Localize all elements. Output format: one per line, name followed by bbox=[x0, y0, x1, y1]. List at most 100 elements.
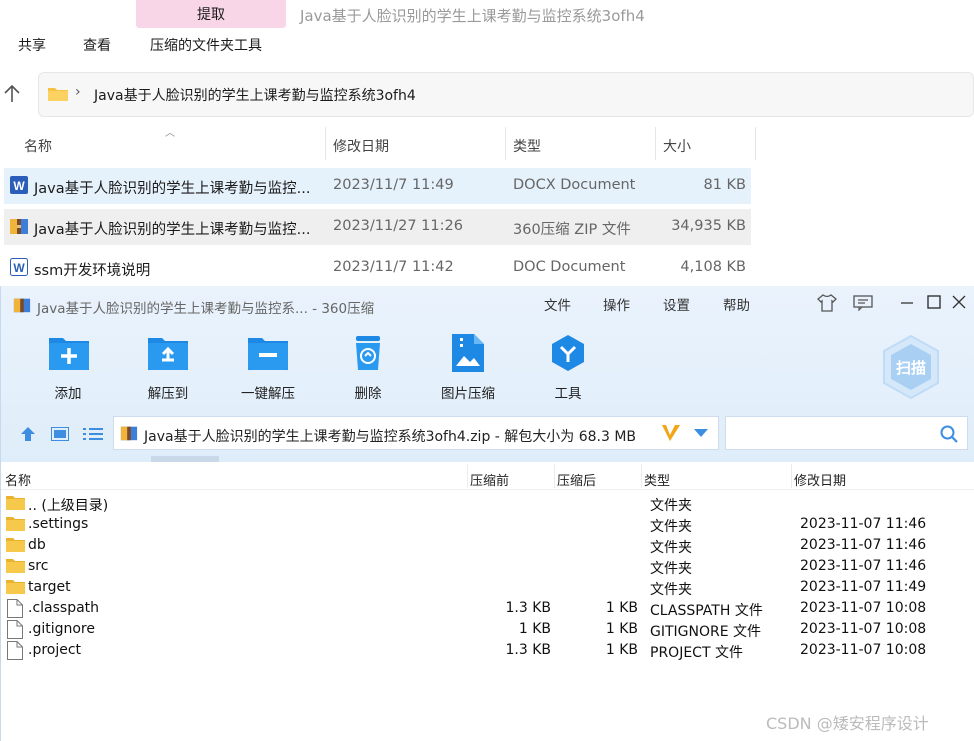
item-name: .settings bbox=[28, 516, 89, 532]
delete-button-label[interactable]: 删除 bbox=[323, 382, 413, 402]
add-button-label[interactable]: 添加 bbox=[23, 382, 113, 402]
ribbon-share[interactable]: 共享 bbox=[18, 35, 46, 55]
item-size-before: 1.3 KB bbox=[505, 642, 552, 658]
item-type: PROJECT 文件 bbox=[650, 645, 743, 661]
column-name[interactable]: 名称 bbox=[24, 136, 52, 156]
svg-text:W: W bbox=[13, 261, 25, 275]
tools-icon[interactable] bbox=[550, 334, 586, 372]
folder-icon bbox=[6, 558, 25, 573]
column-divider bbox=[791, 464, 792, 488]
file-type: DOCX Document bbox=[513, 177, 636, 193]
tab-extract[interactable]: 提取 bbox=[136, 0, 286, 28]
list-item[interactable]: .gitignore 1 KB 1 KB GITIGNORE 文件 2023-1… bbox=[1, 619, 974, 640]
column-size-before[interactable]: 压缩前 bbox=[470, 470, 509, 489]
one-click-extract-button-label[interactable]: 一键解压 bbox=[223, 382, 313, 402]
splitter-handle[interactable] bbox=[151, 456, 219, 462]
image-compress-icon[interactable] bbox=[452, 334, 484, 372]
menu-operation[interactable]: 操作 bbox=[603, 294, 630, 314]
list-item[interactable]: src 文件夹 2023-11-07 11:46 bbox=[1, 556, 974, 577]
file-size: 4,108 KB bbox=[680, 259, 746, 275]
archive-icon bbox=[13, 296, 31, 314]
close-icon[interactable] bbox=[951, 294, 967, 310]
one-click-extract-icon[interactable] bbox=[248, 334, 288, 370]
list-item[interactable]: .classpath 1.3 KB 1 KB CLASSPATH 文件 2023… bbox=[1, 598, 974, 619]
file-date: 2023/11/7 11:49 bbox=[333, 177, 454, 193]
list-item[interactable]: target 文件夹 2023-11-07 11:49 bbox=[1, 577, 974, 598]
file-row[interactable]: Java基于人脸识别的学生上课考勤与监控... 2023/11/27 11:26… bbox=[4, 209, 751, 245]
item-size-after: 1 KB bbox=[605, 621, 638, 637]
item-name: .. (上级目录) bbox=[28, 498, 109, 514]
extract-to-icon[interactable] bbox=[148, 334, 188, 370]
item-size-before: 1.3 KB bbox=[505, 600, 552, 616]
folder-icon bbox=[48, 86, 68, 101]
column-type[interactable]: 类型 bbox=[644, 470, 670, 489]
file-row[interactable]: W ssm开发环境说明 2023/11/7 11:42 DOC Document… bbox=[4, 250, 751, 286]
add-icon[interactable] bbox=[49, 334, 89, 370]
column-divider bbox=[505, 127, 506, 160]
item-name: .classpath bbox=[28, 600, 100, 616]
column-date[interactable]: 修改日期 bbox=[333, 136, 389, 156]
folder-icon bbox=[6, 537, 25, 552]
file-date: 2023/11/7 11:42 bbox=[333, 259, 454, 275]
list-item[interactable]: .. (上级目录) 文件夹 bbox=[1, 493, 974, 514]
feedback-icon[interactable] bbox=[853, 295, 873, 311]
thumbnail-view-icon[interactable] bbox=[51, 427, 69, 441]
menu-file[interactable]: 文件 bbox=[544, 294, 571, 314]
column-type[interactable]: 类型 bbox=[513, 136, 541, 156]
scan-button[interactable]: 扫描 bbox=[881, 334, 941, 400]
tools-button-label[interactable]: 工具 bbox=[523, 382, 613, 402]
column-divider bbox=[641, 464, 642, 488]
item-name: src bbox=[28, 558, 49, 574]
column-name[interactable]: 名称 bbox=[5, 470, 31, 489]
file-icon bbox=[7, 620, 23, 639]
column-divider bbox=[467, 464, 468, 488]
archive-icon bbox=[119, 424, 139, 442]
item-type: 文件夹 bbox=[650, 561, 692, 577]
svg-text:W: W bbox=[13, 179, 25, 193]
menu-help[interactable]: 帮助 bbox=[723, 294, 750, 314]
file-icon bbox=[7, 641, 23, 660]
item-size-after: 1 KB bbox=[605, 642, 638, 658]
maximize-icon[interactable] bbox=[926, 294, 942, 310]
list-view-icon[interactable] bbox=[83, 427, 103, 441]
search-icon[interactable] bbox=[940, 425, 958, 443]
ribbon-compressed-folder-tools[interactable]: 压缩的文件夹工具 bbox=[150, 35, 262, 55]
dropdown-arrow-icon[interactable] bbox=[694, 429, 708, 437]
column-divider bbox=[554, 464, 555, 488]
item-size-before: 1 KB bbox=[518, 621, 551, 637]
zip-window: Java基于人脸识别的学生上课考勤与监控系... - 360压缩 文件 操作 设… bbox=[0, 286, 974, 741]
ribbon-view[interactable]: 查看 bbox=[83, 35, 111, 55]
column-divider bbox=[655, 127, 656, 160]
column-size[interactable]: 大小 bbox=[663, 136, 691, 156]
column-size-after[interactable]: 压缩后 bbox=[557, 470, 596, 489]
image-compress-button-label[interactable]: 图片压缩 bbox=[423, 382, 513, 402]
list-item[interactable]: .settings 文件夹 2023-11-07 11:46 bbox=[1, 514, 974, 535]
file-type: 360压缩 ZIP 文件 bbox=[513, 222, 631, 238]
address-path: Java基于人脸识别的学生上课考勤与监控系统3ofh4 bbox=[94, 88, 416, 104]
file-row[interactable]: W Java基于人脸识别的学生上课考勤与监控... 2023/11/7 11:4… bbox=[4, 168, 751, 204]
folder-icon bbox=[6, 579, 25, 594]
file-date: 2023/11/27 11:26 bbox=[333, 218, 463, 234]
chevron-right-icon: › bbox=[75, 84, 81, 100]
item-date: 2023-11-07 11:46 bbox=[800, 537, 927, 553]
file-size: 81 KB bbox=[703, 177, 746, 193]
item-type: GITIGNORE 文件 bbox=[650, 624, 762, 640]
scan-label: 扫描 bbox=[895, 359, 926, 377]
minimize-icon[interactable] bbox=[899, 294, 915, 310]
up-arrow-icon[interactable] bbox=[19, 426, 37, 442]
skin-icon[interactable] bbox=[817, 294, 837, 312]
extract-to-button-label[interactable]: 解压到 bbox=[123, 382, 213, 402]
search-input[interactable] bbox=[725, 416, 968, 450]
file-name: Java基于人脸识别的学生上课考勤与监控... bbox=[34, 222, 311, 238]
up-arrow-icon[interactable] bbox=[3, 84, 21, 104]
list-item[interactable]: .project 1.3 KB 1 KB PROJECT 文件 2023-11-… bbox=[1, 640, 974, 661]
column-date[interactable]: 修改日期 bbox=[794, 470, 846, 489]
list-item[interactable]: db 文件夹 2023-11-07 11:46 bbox=[1, 535, 974, 556]
folder-icon bbox=[6, 495, 25, 510]
item-name: .gitignore bbox=[28, 621, 95, 637]
file-icon bbox=[7, 599, 23, 618]
menu-settings[interactable]: 设置 bbox=[663, 294, 690, 314]
delete-icon[interactable] bbox=[353, 334, 383, 372]
item-date: 2023-11-07 10:08 bbox=[800, 621, 927, 637]
item-date: 2023-11-07 10:08 bbox=[800, 642, 927, 658]
